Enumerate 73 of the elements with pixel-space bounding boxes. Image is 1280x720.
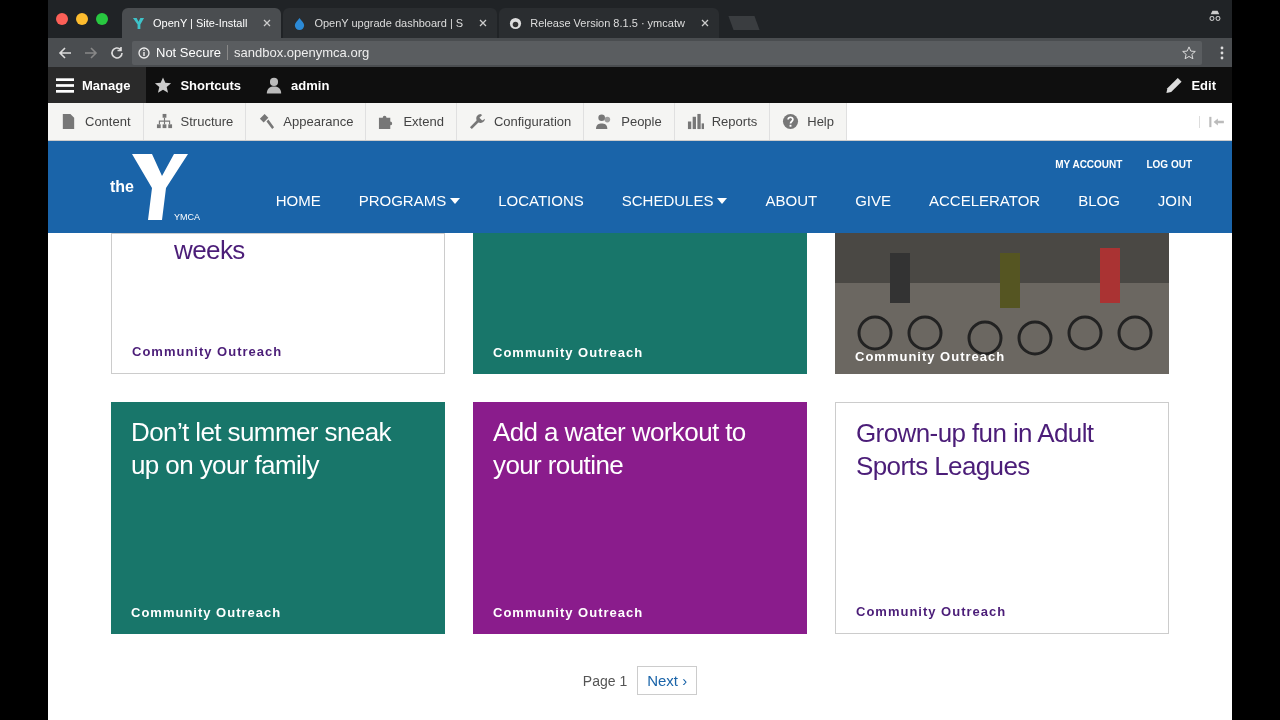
- admin-menu-item[interactable]: Reports: [674, 103, 771, 140]
- bar-chart-icon: [686, 113, 704, 130]
- utility-link[interactable]: LOG OUT: [1146, 159, 1192, 170]
- address-bar[interactable]: Not Secure sandbox.openymca.org: [132, 40, 1202, 65]
- admin-menu-item[interactable]: Help: [770, 103, 847, 140]
- admin-menu-item[interactable]: Content: [48, 103, 144, 140]
- minimize-window-button[interactable]: [76, 13, 88, 25]
- nav-link[interactable]: ACCELERATOR: [929, 192, 1041, 209]
- close-tab-icon[interactable]: [700, 19, 709, 27]
- toolbar-tab[interactable]: Shortcuts: [146, 67, 258, 103]
- caret-icon: [450, 197, 461, 204]
- card-category: Community Outreach: [855, 349, 1007, 364]
- next-page-button[interactable]: Next ›: [637, 666, 698, 695]
- article-card[interactable]: Community Outreach: [473, 233, 807, 374]
- nav-link[interactable]: HOME: [275, 192, 321, 209]
- card-category: Community Outreach: [493, 605, 645, 620]
- toolbar-tab[interactable]: admin: [257, 67, 346, 103]
- card-title: Add a water workout to your routine: [493, 416, 747, 482]
- edit-button[interactable]: Edit: [1157, 67, 1232, 103]
- admin-menu-item[interactable]: Configuration: [456, 103, 585, 140]
- article-card[interactable]: Grown-up fun in Adult Sports Leagues Community Outreach: [835, 402, 1169, 634]
- tree-icon: [155, 113, 173, 130]
- logo-tagline: YMCA: [172, 212, 202, 222]
- menu-icon: [56, 76, 74, 94]
- toolbar-tab[interactable]: Manage: [48, 67, 147, 103]
- admin-menu-item[interactable]: Appearance: [246, 103, 367, 140]
- incognito-icon: [1208, 10, 1222, 22]
- browser-tab[interactable]: Release Version 8.1.5 · ymcatw: [499, 8, 719, 38]
- browser-tab[interactable]: OpenY upgrade dashboard | S: [283, 8, 498, 38]
- caret-icon: [717, 197, 728, 204]
- card-title: weeks: [173, 234, 246, 267]
- close-tab-icon[interactable]: [263, 19, 272, 27]
- file-icon: [60, 113, 77, 130]
- security-label: Not Secure: [156, 45, 229, 60]
- admin-menu-item[interactable]: Structure: [143, 103, 247, 140]
- bookmark-star-icon[interactable]: [1182, 46, 1196, 59]
- page-indicator: Page 1: [582, 672, 628, 689]
- article-card[interactable]: weeks Community Outreach: [111, 233, 445, 374]
- star-icon: [154, 76, 173, 94]
- card-category: Community Outreach: [493, 345, 645, 360]
- drop-icon: [293, 16, 307, 30]
- admin-menu-item[interactable]: Extend: [366, 103, 457, 140]
- close-tab-icon[interactable]: [479, 19, 488, 27]
- logo-text: the: [110, 178, 134, 196]
- nav-link[interactable]: ABOUT: [765, 192, 818, 209]
- user-icon: [265, 76, 284, 94]
- card-category: Community Outreach: [131, 605, 283, 620]
- article-card[interactable]: Add a water workout to your routine Community Outreach: [473, 402, 807, 634]
- card-title: Don’t let summer sneak up on your family: [131, 416, 393, 482]
- nav-link[interactable]: SCHEDULES: [621, 192, 728, 209]
- article-card[interactable]: Don’t let summer sneak up on your family Community Outreach: [111, 402, 445, 634]
- y-logo-icon: [132, 16, 145, 30]
- close-window-button[interactable]: [56, 13, 68, 25]
- card-category: Community Outreach: [856, 604, 1008, 619]
- nav-link[interactable]: GIVE: [855, 192, 891, 209]
- utility-link[interactable]: MY ACCOUNT: [1055, 159, 1123, 170]
- nav-link[interactable]: JOIN: [1157, 192, 1192, 209]
- card-title: Grown-up fun in Adult Sports Leagues: [856, 417, 1095, 483]
- nav-link[interactable]: BLOG: [1078, 192, 1120, 209]
- help-icon: [782, 113, 800, 130]
- menu-icon[interactable]: [1220, 45, 1224, 60]
- hammer-icon: [258, 113, 276, 130]
- nav-link[interactable]: PROGRAMS: [358, 192, 461, 209]
- pencil-icon: [1165, 76, 1184, 94]
- url-text: sandbox.openymca.org: [234, 45, 371, 60]
- admin-menu-item[interactable]: People: [584, 103, 675, 140]
- info-icon: [138, 46, 150, 59]
- nav-link[interactable]: LOCATIONS: [498, 192, 584, 209]
- card-category: Community Outreach: [132, 344, 284, 359]
- wrench-icon: [468, 113, 486, 130]
- browser-tab[interactable]: OpenY | Site-Install: [122, 8, 282, 38]
- photo-placeholder[interactable]: Community Outreach: [835, 233, 1169, 374]
- maximize-window-button[interactable]: [96, 13, 108, 25]
